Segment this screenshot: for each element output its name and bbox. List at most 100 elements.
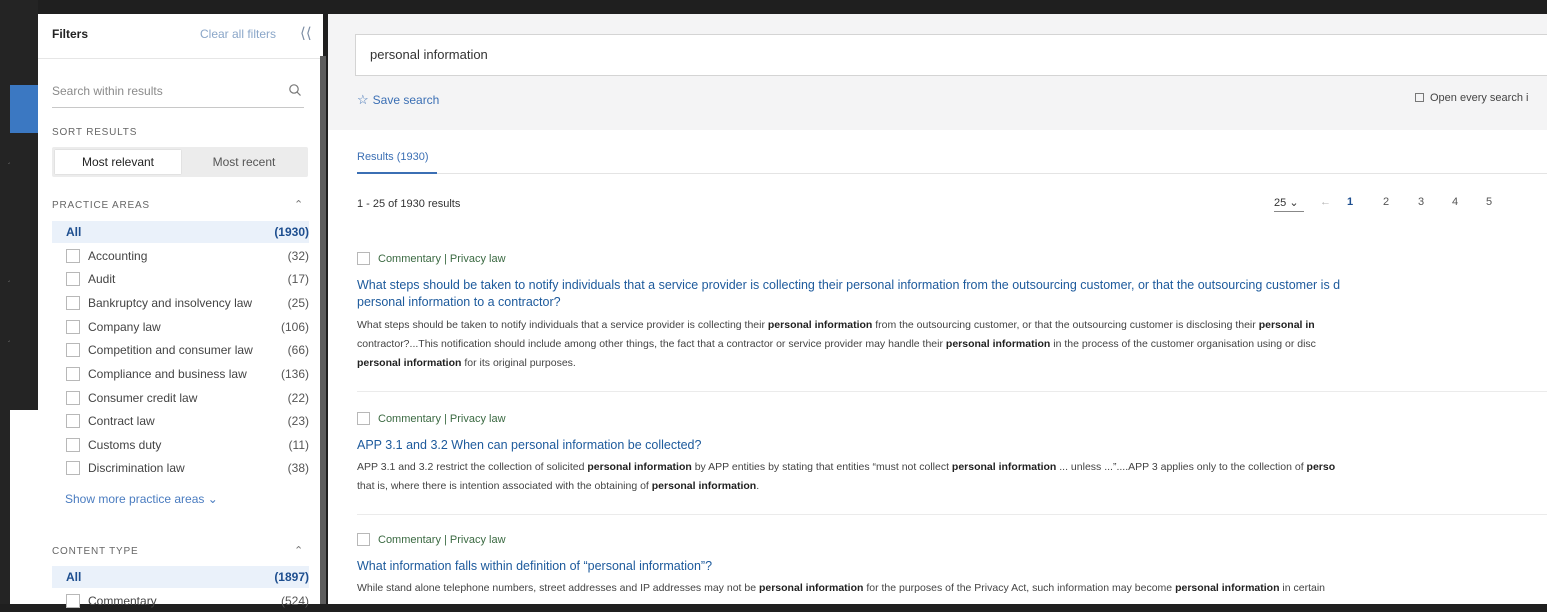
prev-page-arrow-icon[interactable]: ← xyxy=(1320,196,1331,208)
checkbox[interactable] xyxy=(66,594,80,608)
checkbox[interactable] xyxy=(66,272,80,286)
checkbox[interactable] xyxy=(66,461,80,475)
snippet-highlight: personal information xyxy=(945,338,1051,350)
practice-area-option[interactable]: Company law (106) xyxy=(52,316,309,338)
result-count: 1 - 25 of 1930 results xyxy=(357,198,461,210)
filter-count: (25) xyxy=(287,296,309,310)
sidebar-scrollbar[interactable] xyxy=(320,56,326,604)
chevron-down-icon: ⌄ xyxy=(207,492,218,506)
checkbox[interactable] xyxy=(66,438,80,452)
filters-header: Filters Clear all filters ⟨⟨ xyxy=(52,24,317,47)
filter-label: Competition and consumer law xyxy=(88,343,253,357)
snippet-text: ... unless ...”....APP 3 applies only to… xyxy=(1056,461,1307,473)
page-link[interactable]: 2 xyxy=(1383,196,1389,208)
per-page-select[interactable]: 25 ⌄ xyxy=(1274,196,1304,212)
active-rail-item[interactable] xyxy=(10,85,38,133)
practice-area-option[interactable]: Bankruptcy and insolvency law (25) xyxy=(52,292,309,314)
divider xyxy=(357,514,1547,515)
checkbox[interactable] xyxy=(1415,93,1424,102)
snippet-text: APP 3.1 and 3.2 restrict the collection … xyxy=(357,461,588,473)
snippet-highlight: personal information xyxy=(357,357,462,369)
result-meta: Commentary | Privacy law xyxy=(357,252,506,265)
result-title-link[interactable]: What steps should be taken to notify ind… xyxy=(357,277,1547,311)
page-link[interactable]: 4 xyxy=(1452,196,1458,208)
tab-divider xyxy=(357,173,1547,174)
tab-results[interactable]: Results (1930) xyxy=(357,151,429,163)
snippet-text: from the outsourcing customer, or that t… xyxy=(872,319,1259,331)
checkbox[interactable] xyxy=(66,414,80,428)
practice-area-option[interactable]: Consumer credit law (22) xyxy=(52,387,309,409)
practice-area-all[interactable]: All (1930) xyxy=(52,221,309,243)
checkbox[interactable] xyxy=(357,252,370,265)
snippet-text: for its original purposes. xyxy=(461,357,576,369)
content-type-option[interactable]: Commentary (524) xyxy=(52,590,309,612)
snippet-highlight: personal information xyxy=(587,461,692,473)
filter-label: Company law xyxy=(88,320,161,334)
search-query-input[interactable] xyxy=(370,47,1270,62)
sort-toggle: Most relevant Most recent xyxy=(52,147,308,177)
result-title-link[interactable]: What information falls within definition… xyxy=(357,558,1547,575)
checkbox[interactable] xyxy=(66,249,80,263)
filter-label: Compliance and business law xyxy=(88,367,247,381)
chevron-up-icon[interactable]: ⌃ xyxy=(294,544,303,557)
open-every-search-option[interactable]: Open every search i xyxy=(1415,92,1528,104)
result-meta: Commentary | Privacy law xyxy=(357,533,506,546)
show-more-label: Show more practice areas xyxy=(65,492,205,506)
result-title-line: personal information to a contractor? xyxy=(357,295,561,309)
snippet-text: for the purposes of the Privacy Act, suc… xyxy=(863,582,1176,594)
rail-panel xyxy=(10,410,38,604)
result-meta: Commentary | Privacy law xyxy=(357,412,506,425)
snippet-text: that is, where there is intention associ… xyxy=(357,480,652,492)
star-icon: ☆ xyxy=(357,92,369,107)
result-title-link[interactable]: APP 3.1 and 3.2 When can personal inform… xyxy=(357,437,1547,454)
divider xyxy=(38,58,323,59)
page-link[interactable]: 3 xyxy=(1418,196,1424,208)
content-type-label: CONTENT TYPE xyxy=(52,546,139,557)
sort-most-recent-button[interactable]: Most recent xyxy=(182,150,306,174)
search-within-input[interactable] xyxy=(52,84,272,98)
clear-all-filters-link[interactable]: Clear all filters xyxy=(200,27,276,41)
practice-area-option[interactable]: Accounting (32) xyxy=(52,245,309,267)
checkbox[interactable] xyxy=(66,296,80,310)
collapse-sidebar-icon[interactable]: ⟨⟨ xyxy=(300,24,312,42)
filter-count: (524) xyxy=(280,594,309,608)
checkbox[interactable] xyxy=(66,320,80,334)
practice-area-option[interactable]: Contract law (23) xyxy=(52,410,309,432)
chevron-up-icon[interactable]: ⌃ xyxy=(294,198,303,211)
result-type: Commentary | Privacy law xyxy=(378,534,506,546)
snippet-text: by APP entities by stating that entities… xyxy=(691,461,952,473)
practice-area-option[interactable]: Customs duty (11) xyxy=(52,434,309,456)
result-type: Commentary | Privacy law xyxy=(378,253,506,265)
search-icon[interactable] xyxy=(288,83,302,97)
save-search-label: Save search xyxy=(372,93,440,107)
snippet-highlight: perso xyxy=(1306,461,1336,473)
checkbox[interactable] xyxy=(66,367,80,381)
open-every-label: Open every search i xyxy=(1430,92,1529,104)
filter-count: (17) xyxy=(287,272,309,286)
checkbox[interactable] xyxy=(357,533,370,546)
checkbox[interactable] xyxy=(66,391,80,405)
show-more-practice-areas-link[interactable]: Show more practice areas ⌄ xyxy=(65,492,218,506)
snippet-highlight: personal information xyxy=(767,319,873,331)
snippet-text: . xyxy=(756,480,760,492)
checkbox[interactable] xyxy=(66,343,80,357)
sort-most-relevant-button[interactable]: Most relevant xyxy=(55,150,181,174)
filter-count: (1930) xyxy=(274,225,309,239)
filter-count: (32) xyxy=(287,249,309,263)
practice-area-option[interactable]: Audit (17) xyxy=(52,268,309,290)
page-link[interactable]: 1 xyxy=(1347,196,1353,208)
main-content: ☆Save search Open every search i Results… xyxy=(328,14,1547,604)
snippet-text: While stand alone telephone numbers, str… xyxy=(357,582,759,594)
filter-count: (66) xyxy=(287,343,309,357)
filter-label: Commentary xyxy=(88,594,157,608)
save-search-link[interactable]: ☆ Save search xyxy=(357,92,439,108)
snippet-highlight: personal information xyxy=(951,461,1057,473)
practice-area-option[interactable]: Compliance and business law (136) xyxy=(52,363,309,385)
content-type-all[interactable]: All (1897) xyxy=(52,566,309,588)
filter-label: Customs duty xyxy=(88,438,162,452)
page-link[interactable]: 5 xyxy=(1486,196,1492,208)
snippet-highlight: personal information xyxy=(758,582,864,594)
practice-area-option[interactable]: Discrimination law (38) xyxy=(52,457,309,479)
checkbox[interactable] xyxy=(357,412,370,425)
practice-area-option[interactable]: Competition and consumer law (66) xyxy=(52,339,309,361)
